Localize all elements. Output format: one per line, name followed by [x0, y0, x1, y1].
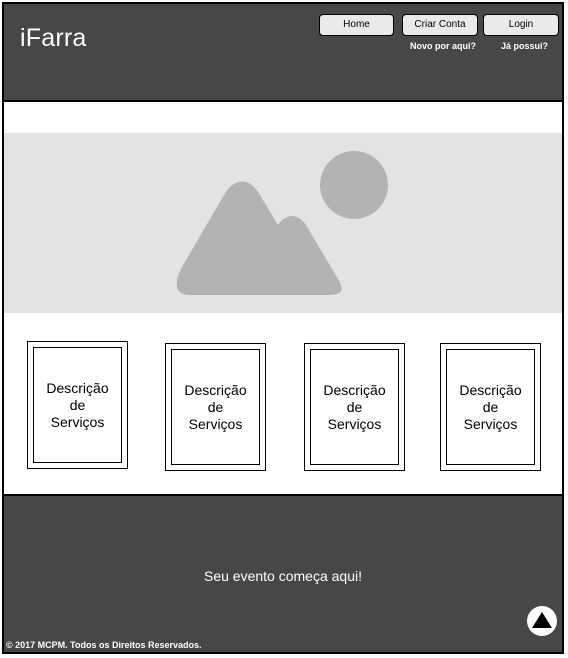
home-button[interactable]: Home [319, 14, 394, 36]
arrow-up-circle-icon [532, 612, 552, 628]
service-card-inner: Descrição de Serviços [446, 349, 535, 465]
criar-conta-button[interactable]: Criar Conta [402, 14, 478, 36]
service-card-inner: Descrição de Serviços [171, 349, 260, 465]
criar-conta-note: Novo por aqui? [410, 41, 476, 51]
services-section: Descrição de Serviços Descrição de Servi… [4, 341, 562, 476]
service-card-inner: Descrição de Serviços [310, 349, 399, 465]
header: iFarra Home Criar Conta Novo por aqui? L… [4, 4, 562, 102]
page-frame: iFarra Home Criar Conta Novo por aqui? L… [2, 2, 564, 654]
image-placeholder-icon [176, 151, 388, 295]
login-button[interactable]: Login [483, 14, 559, 36]
logo[interactable]: iFarra [20, 24, 86, 53]
footer: Seu evento começa aqui! © 2017 MCPM. Tod… [4, 494, 562, 652]
hero-banner [4, 133, 562, 313]
service-card[interactable]: Descrição de Serviços [165, 343, 266, 471]
footer-tagline: Seu evento começa aqui! [204, 568, 362, 584]
service-card-label: Descrição de Serviços [323, 381, 386, 432]
service-card-label: Descrição de Serviços [459, 381, 522, 432]
service-card[interactable]: Descrição de Serviços [440, 343, 541, 471]
service-card-inner: Descrição de Serviços [33, 347, 122, 463]
login-note: Já possui? [501, 41, 549, 51]
service-card-label: Descrição de Serviços [184, 381, 247, 432]
scroll-top-button[interactable] [527, 606, 557, 636]
service-card[interactable]: Descrição de Serviços [27, 341, 128, 469]
copyright: © 2017 MCPM. Todos os Direitos Reservado… [6, 640, 202, 650]
service-card-label: Descrição de Serviços [46, 379, 109, 430]
service-card[interactable]: Descrição de Serviços [304, 343, 405, 471]
